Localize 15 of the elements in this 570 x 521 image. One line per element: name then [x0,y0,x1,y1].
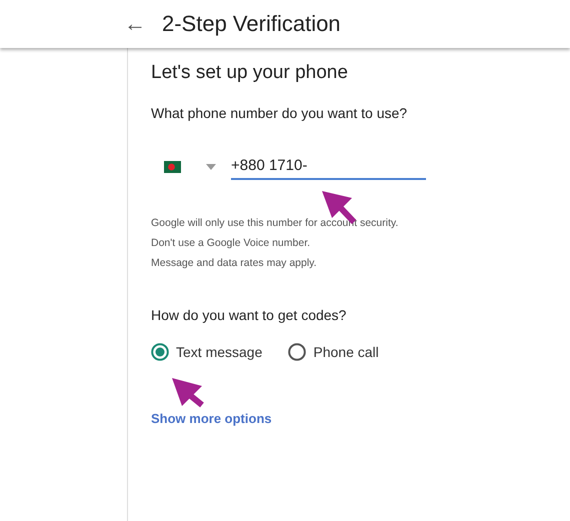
annotation-arrow [172,378,204,408]
show-more-link[interactable]: Show more options [151,411,272,426]
phone-input[interactable]: +880 1710- [231,153,426,180]
section-heading: Let's set up your phone [151,62,349,84]
help-text: Message and data rates may apply. [151,256,318,271]
annotation-arrow [322,191,356,224]
caret-icon[interactable] [206,164,216,170]
flag-icon[interactable] [164,160,181,172]
page-title: 2-Step Verification [162,11,341,37]
back-button[interactable]: ← [124,11,148,37]
radio-option[interactable]: Text message [151,343,262,361]
help-text: Don't use a Google Voice number. [151,236,312,251]
codes-question: How do you want to get codes? [151,307,348,323]
phone-question: What phone number do you want to use? [151,105,408,121]
radio-option[interactable]: Phone call [288,343,379,361]
